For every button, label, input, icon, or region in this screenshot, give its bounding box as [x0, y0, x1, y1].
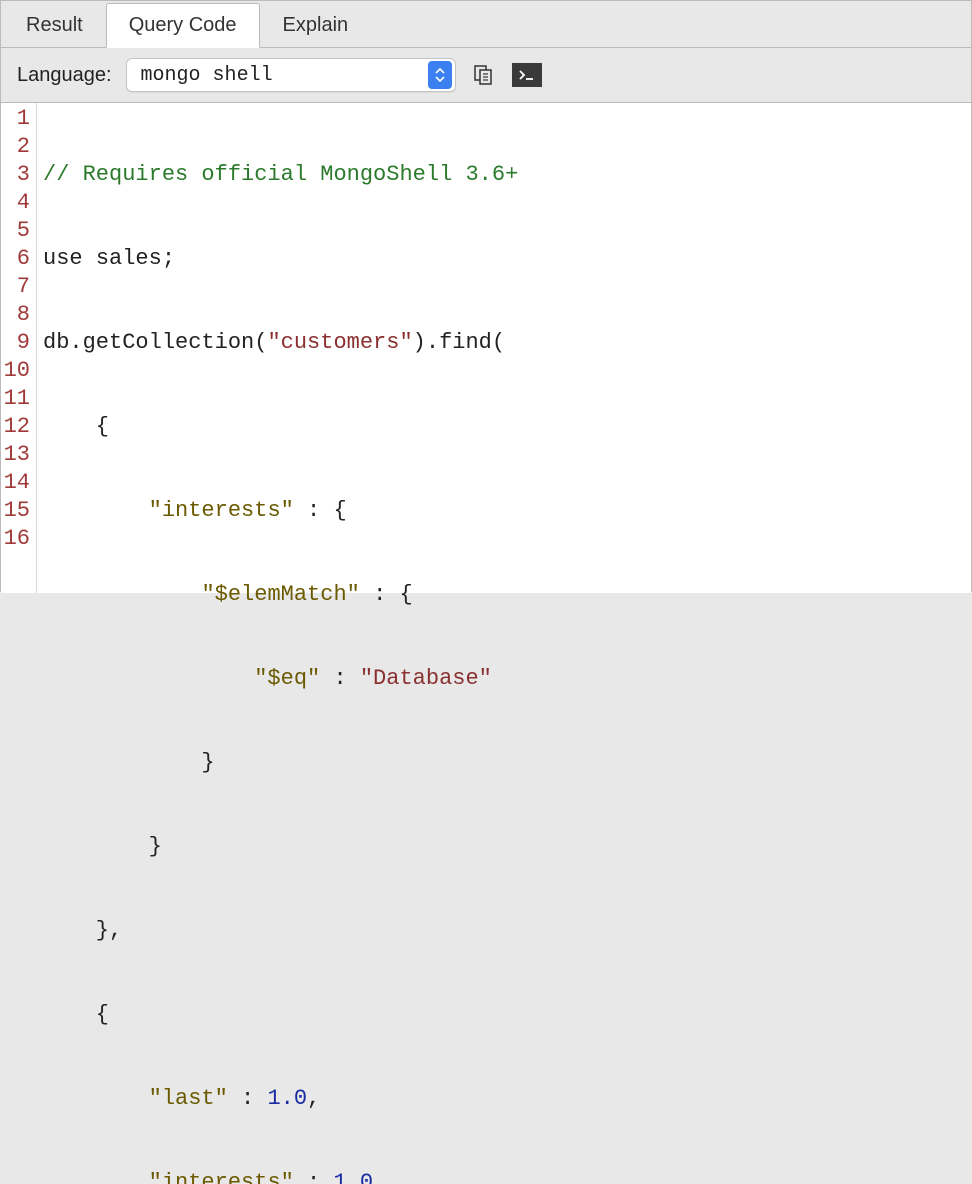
code-key: "interests"	[149, 1170, 294, 1184]
line-number-gutter: 12345678910111213141516	[1, 103, 37, 593]
code-number: 1.0	[267, 1086, 307, 1111]
line-number: 6	[3, 245, 30, 273]
code-key: "$eq"	[254, 666, 320, 691]
tab-query-code[interactable]: Query Code	[106, 3, 260, 48]
line-number: 5	[3, 217, 30, 245]
language-select-value: mongo shell	[127, 64, 428, 87]
copy-icon[interactable]	[470, 62, 498, 88]
line-number: 15	[3, 497, 30, 525]
toolbar: Language: mongo shell	[1, 48, 971, 103]
code-key: "last"	[149, 1086, 228, 1111]
tab-result[interactable]: Result	[3, 3, 106, 47]
line-number: 12	[3, 413, 30, 441]
code-ident: sales	[96, 246, 162, 271]
code-string: "customers"	[267, 330, 412, 355]
line-number: 4	[3, 189, 30, 217]
line-number: 8	[3, 301, 30, 329]
line-number: 13	[3, 441, 30, 469]
terminal-icon[interactable]	[512, 63, 542, 87]
line-number: 7	[3, 273, 30, 301]
line-number: 11	[3, 385, 30, 413]
code-area[interactable]: // Requires official MongoShell 3.6+ use…	[37, 103, 524, 593]
language-label: Language:	[17, 64, 112, 87]
code-number: 1.0	[333, 1170, 373, 1184]
line-number: 3	[3, 161, 30, 189]
line-number: 1	[3, 105, 30, 133]
code-keyword: use	[43, 246, 83, 271]
language-select[interactable]: mongo shell	[126, 58, 456, 92]
code-string: "Database"	[360, 666, 492, 691]
code-comment: // Requires official MongoShell 3.6+	[43, 162, 518, 187]
line-number: 16	[3, 525, 30, 553]
line-number: 14	[3, 469, 30, 497]
line-number: 9	[3, 329, 30, 357]
tab-explain[interactable]: Explain	[260, 3, 372, 47]
code-key: "interests"	[149, 498, 294, 523]
code-call: db.getCollection(	[43, 330, 267, 355]
line-number: 10	[3, 357, 30, 385]
stepper-arrows-icon	[428, 61, 452, 89]
line-number: 2	[3, 133, 30, 161]
tab-bar: Result Query Code Explain	[1, 1, 971, 48]
code-editor[interactable]: 12345678910111213141516 // Requires offi…	[1, 103, 971, 593]
code-key: "$elemMatch"	[201, 582, 359, 607]
